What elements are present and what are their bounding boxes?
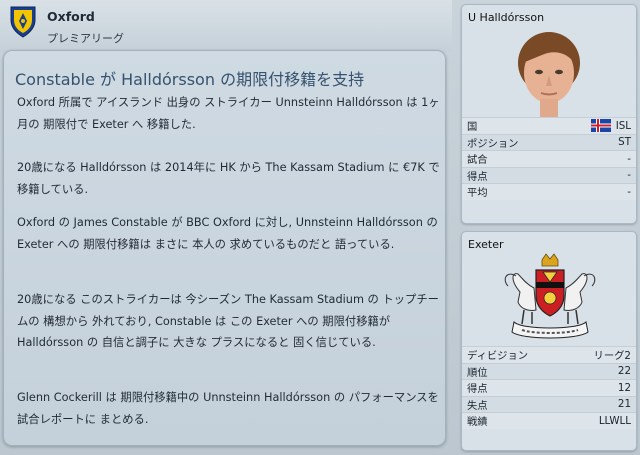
stat-row-form: 戦績 LLWLL xyxy=(462,412,636,429)
stat-row-goals: 得点 - xyxy=(462,166,636,183)
stat-row-nationality: 国 ISL xyxy=(462,117,636,134)
club-card[interactable]: Exeter ディビジョン リーグ2 順位 22 得点 12 失点 21 戦績 … xyxy=(461,231,637,451)
stat-label: ポジション xyxy=(467,137,519,150)
stat-label: 国 xyxy=(467,121,478,134)
stat-label: 得点 xyxy=(467,383,488,396)
stat-value: 21 xyxy=(617,398,631,411)
stat-value: - xyxy=(627,169,631,182)
exeter-crest-icon xyxy=(462,252,636,346)
stat-value[interactable]: リーグ2 xyxy=(594,347,631,362)
news-paragraph: 20歳になる Halldórsson は 2014年に HK から The Ka… xyxy=(17,161,440,196)
iceland-flag-icon xyxy=(590,119,611,133)
news-headline: Constable が Halldórsson の期限付移籍を支持 xyxy=(15,70,365,89)
news-paragraph: Oxford 所属で アイスランド 出身の ストライカー Unnsteinn H… xyxy=(17,96,440,131)
club-name-link[interactable]: Oxford xyxy=(47,9,95,24)
stat-row-division: ディビジョン リーグ2 xyxy=(462,346,636,363)
club-stats: ディビジョン リーグ2 順位 22 得点 12 失点 21 戦績 LLWLL xyxy=(462,346,636,429)
news-paragraph: 20歳になる このストライカーは 今シーズン The Kassam Stadiu… xyxy=(17,293,439,349)
stat-row-apps: 試合 - xyxy=(462,150,636,167)
stat-label: 戦績 xyxy=(467,416,488,429)
stat-value: ISL xyxy=(615,119,631,132)
stat-row-position: 順位 22 xyxy=(462,362,636,379)
stat-row-position: ポジション ST xyxy=(462,133,636,150)
player-name-link[interactable]: U Halldórsson xyxy=(462,5,636,25)
stat-label: 平均 xyxy=(467,187,488,200)
stat-label: ディビジョン xyxy=(467,350,529,363)
club-header: Oxford プレミアリーグ xyxy=(0,0,452,52)
stat-label: 得点 xyxy=(467,170,488,183)
stat-value: 12 xyxy=(617,381,631,394)
club-card-name-link[interactable]: Exeter xyxy=(462,232,636,252)
oxford-badge-icon[interactable] xyxy=(10,6,36,38)
stat-label: 試合 xyxy=(467,154,488,167)
news-paragraph: Glenn Cockerill は 期限付移籍中の Unnsteinn Hall… xyxy=(17,391,439,426)
player-card[interactable]: U Halldórsson 国 ISL ポジション ST 試合 - 得点 - 平… xyxy=(461,4,637,224)
stat-row-rating: 平均 - xyxy=(462,183,636,200)
stat-label: 順位 xyxy=(467,366,488,379)
stat-value: - xyxy=(627,152,631,165)
stat-label: 失点 xyxy=(467,399,488,412)
player-photo xyxy=(462,25,636,117)
news-article-panel: Constable が Halldórsson の期限付移籍を支持 Oxford… xyxy=(3,50,446,446)
stat-value: - xyxy=(627,185,631,198)
stat-value: 22 xyxy=(617,365,631,378)
stat-value: LLWLL xyxy=(598,414,631,427)
stat-row-goals-against: 失点 21 xyxy=(462,395,636,412)
league-name-link[interactable]: プレミアリーグ xyxy=(47,30,124,46)
news-paragraph: Oxford の James Constable が BBC Oxford に対… xyxy=(17,216,438,251)
player-stats: 国 ISL ポジション ST 試合 - 得点 - 平均 - xyxy=(462,117,636,200)
stat-value: ST xyxy=(618,136,631,149)
stat-row-goals-for: 得点 12 xyxy=(462,379,636,396)
